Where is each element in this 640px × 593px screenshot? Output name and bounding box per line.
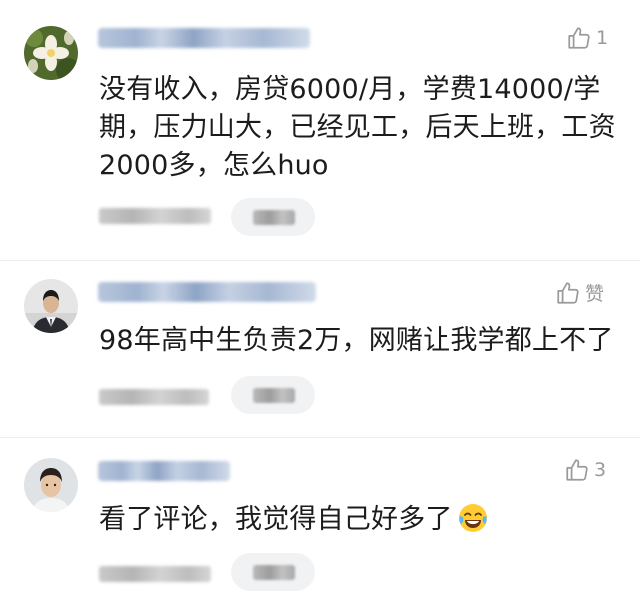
- divider: [0, 437, 640, 438]
- timestamp-blurred: [99, 208, 211, 224]
- laughing-tears-emoji: [457, 502, 489, 545]
- timestamp-blurred: [99, 566, 211, 582]
- divider: [0, 260, 640, 261]
- timestamp-blurred: [99, 389, 209, 405]
- like-count: 1: [596, 27, 609, 49]
- reply-button[interactable]: [231, 553, 315, 591]
- thumbs-up-icon: [555, 280, 581, 306]
- comment-text-body: 看了评论，我觉得自己好多了: [99, 504, 453, 535]
- avatar[interactable]: [24, 279, 78, 333]
- like-count: 3: [594, 459, 607, 481]
- reply-button[interactable]: [231, 198, 315, 236]
- username-blurred[interactable]: [98, 28, 310, 48]
- comment-text: 98年高中生负责2万，网赌让我学都上不了: [99, 325, 614, 356]
- like-label: 赞: [585, 283, 605, 305]
- comment-text: 没有收入，房贷6000/月，学费14000/学期，压力山大，已经见工，后天上班，…: [99, 74, 616, 181]
- username-blurred[interactable]: [98, 461, 230, 481]
- reply-label-blurred: [253, 388, 295, 403]
- like-button[interactable]: 赞: [555, 279, 604, 306]
- avatar[interactable]: [24, 26, 78, 80]
- username-blurred[interactable]: [98, 282, 316, 302]
- comment-text: 看了评论，我觉得自己好多了: [99, 501, 619, 545]
- avatar[interactable]: [24, 458, 78, 512]
- reply-label-blurred: [253, 210, 295, 225]
- reply-label-blurred: [253, 565, 295, 580]
- thumbs-up-icon: [564, 457, 590, 483]
- like-button[interactable]: 1: [566, 25, 608, 51]
- thumbs-up-icon: [566, 25, 592, 51]
- like-button[interactable]: 3: [564, 457, 606, 483]
- reply-button[interactable]: [231, 376, 315, 414]
